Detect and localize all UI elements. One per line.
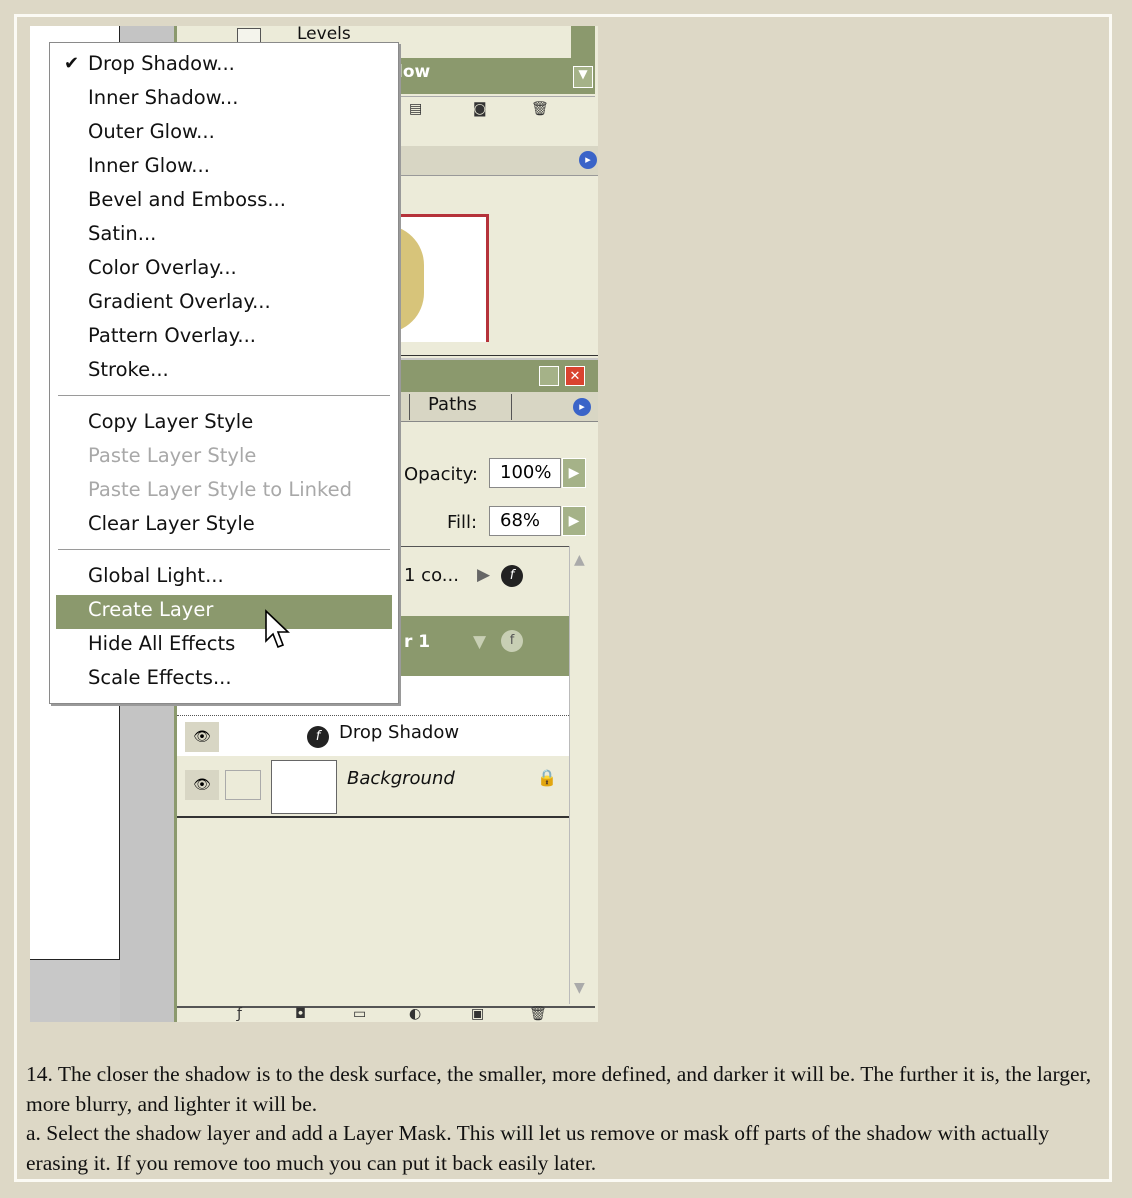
menu-item-outer-glow[interactable]: Outer Glow... <box>88 119 215 145</box>
add-style-icon[interactable]: ƒ <box>237 1006 242 1022</box>
menu-item-global-light[interactable]: Global Light... <box>88 563 224 589</box>
menu-item-inner-shadow[interactable]: Inner Shadow... <box>88 85 238 111</box>
layer-effects-icon: f <box>501 565 523 587</box>
collapse-arrow-icon[interactable]: ▼ <box>473 632 486 652</box>
menu-item-inner-glow[interactable]: Inner Glow... <box>88 153 210 179</box>
delete-layer-icon[interactable]: 🗑 <box>529 1006 547 1022</box>
tutorial-caption: 14. The closer the shadow is to the desk… <box>26 1060 1106 1178</box>
background-thumbnail <box>271 760 337 814</box>
menu-item-scale-effects[interactable]: Scale Effects... <box>88 665 232 691</box>
caption-step-14: 14. The closer the shadow is to the desk… <box>26 1062 1092 1116</box>
menu-item-paste-layer-style: Paste Layer Style <box>88 444 257 467</box>
fill-input[interactable]: 68% <box>489 506 561 536</box>
menu-item-copy-layer-style[interactable]: Copy Layer Style <box>88 409 253 435</box>
menu-item-bevel-emboss[interactable]: Bevel and Emboss... <box>88 187 286 213</box>
new-group-icon[interactable]: ▭ <box>353 1006 366 1022</box>
menu-item-clear-layer-style[interactable]: Clear Layer Style <box>88 511 255 537</box>
menu-item-satin[interactable]: Satin... <box>88 221 156 247</box>
menu-separator <box>58 395 390 397</box>
opacity-label: Opacity: <box>404 464 478 485</box>
add-mask-icon[interactable]: ◘ <box>295 1006 306 1022</box>
scroll-down-icon[interactable]: ▼ <box>574 980 585 996</box>
layers-menu-icon[interactable]: ▸ <box>573 398 591 416</box>
opacity-arrow-icon[interactable]: ▶ <box>562 458 586 488</box>
menu-separator <box>58 549 390 551</box>
new-document-icon[interactable]: ▤ <box>409 101 422 117</box>
background-layer-name: Background <box>347 768 455 789</box>
lock-icon: 🔒 <box>537 768 557 787</box>
selected-layer-name: r 1 <box>404 632 431 652</box>
layers-bottom-toolbar: ƒ ◘ ▭ ◐ ▣ 🗑 <box>177 1006 595 1022</box>
new-layer-icon[interactable]: ▣ <box>471 1006 484 1022</box>
history-row-label: low <box>397 62 431 82</box>
trash-icon[interactable]: 🗑 <box>531 101 549 117</box>
scroll-down-icon[interactable]: ▼ <box>573 66 593 88</box>
minimize-icon[interactable] <box>539 366 559 386</box>
tab-paths[interactable]: Paths <box>409 394 512 420</box>
effect-icon: f <box>307 726 329 748</box>
caption-step-a: a. Select the shadow layer and add a Lay… <box>26 1121 1050 1175</box>
checkmark-icon: ✔ <box>64 53 80 74</box>
menu-item-pattern-overlay[interactable]: Pattern Overlay... <box>88 323 256 349</box>
expand-arrow-icon[interactable]: ▶ <box>477 565 490 585</box>
menu-item-paste-layer-style-linked: Paste Layer Style to Linked <box>88 478 352 501</box>
layer-1-name: 1 co... <box>404 565 459 586</box>
drop-shadow-effect-label: Drop Shadow <box>339 722 460 743</box>
eye-icon[interactable]: 👁 <box>185 722 219 752</box>
menu-item-stroke[interactable]: Stroke... <box>88 357 169 383</box>
opacity-input[interactable]: 100% <box>489 458 561 488</box>
layer-effects-icon: f <box>501 630 523 652</box>
navigator-menu-icon[interactable]: ▸ <box>579 151 597 169</box>
menu-item-hide-all-effects[interactable]: Hide All Effects <box>88 631 235 657</box>
adjustment-layer-icon[interactable]: ◐ <box>409 1006 421 1022</box>
background-layer-row[interactable]: 👁 Background 🔒 <box>177 756 569 818</box>
menu-item-create-layer[interactable]: Create Layer <box>88 597 213 623</box>
layer-style-context-menu: ✔ Drop Shadow... Inner Shadow... Outer G… <box>49 42 399 704</box>
scroll-up-icon[interactable]: ▲ <box>574 552 585 568</box>
menu-item-gradient-overlay[interactable]: Gradient Overlay... <box>88 289 271 315</box>
link-slot[interactable] <box>225 770 261 800</box>
close-icon[interactable]: ✕ <box>565 366 585 386</box>
camera-icon[interactable]: ◙ <box>473 101 487 117</box>
menu-item-drop-shadow[interactable]: Drop Shadow... <box>88 51 235 77</box>
layers-scrollbar[interactable]: ▲ ▼ <box>569 546 595 1004</box>
menu-item-color-overlay[interactable]: Color Overlay... <box>88 255 237 281</box>
fill-arrow-icon[interactable]: ▶ <box>562 506 586 536</box>
eye-icon[interactable]: 👁 <box>185 770 219 800</box>
mouse-cursor-icon <box>265 609 290 649</box>
drop-shadow-effect-row[interactable]: 👁 f Drop Shadow <box>177 716 569 756</box>
fill-label: Fill: <box>447 512 478 533</box>
